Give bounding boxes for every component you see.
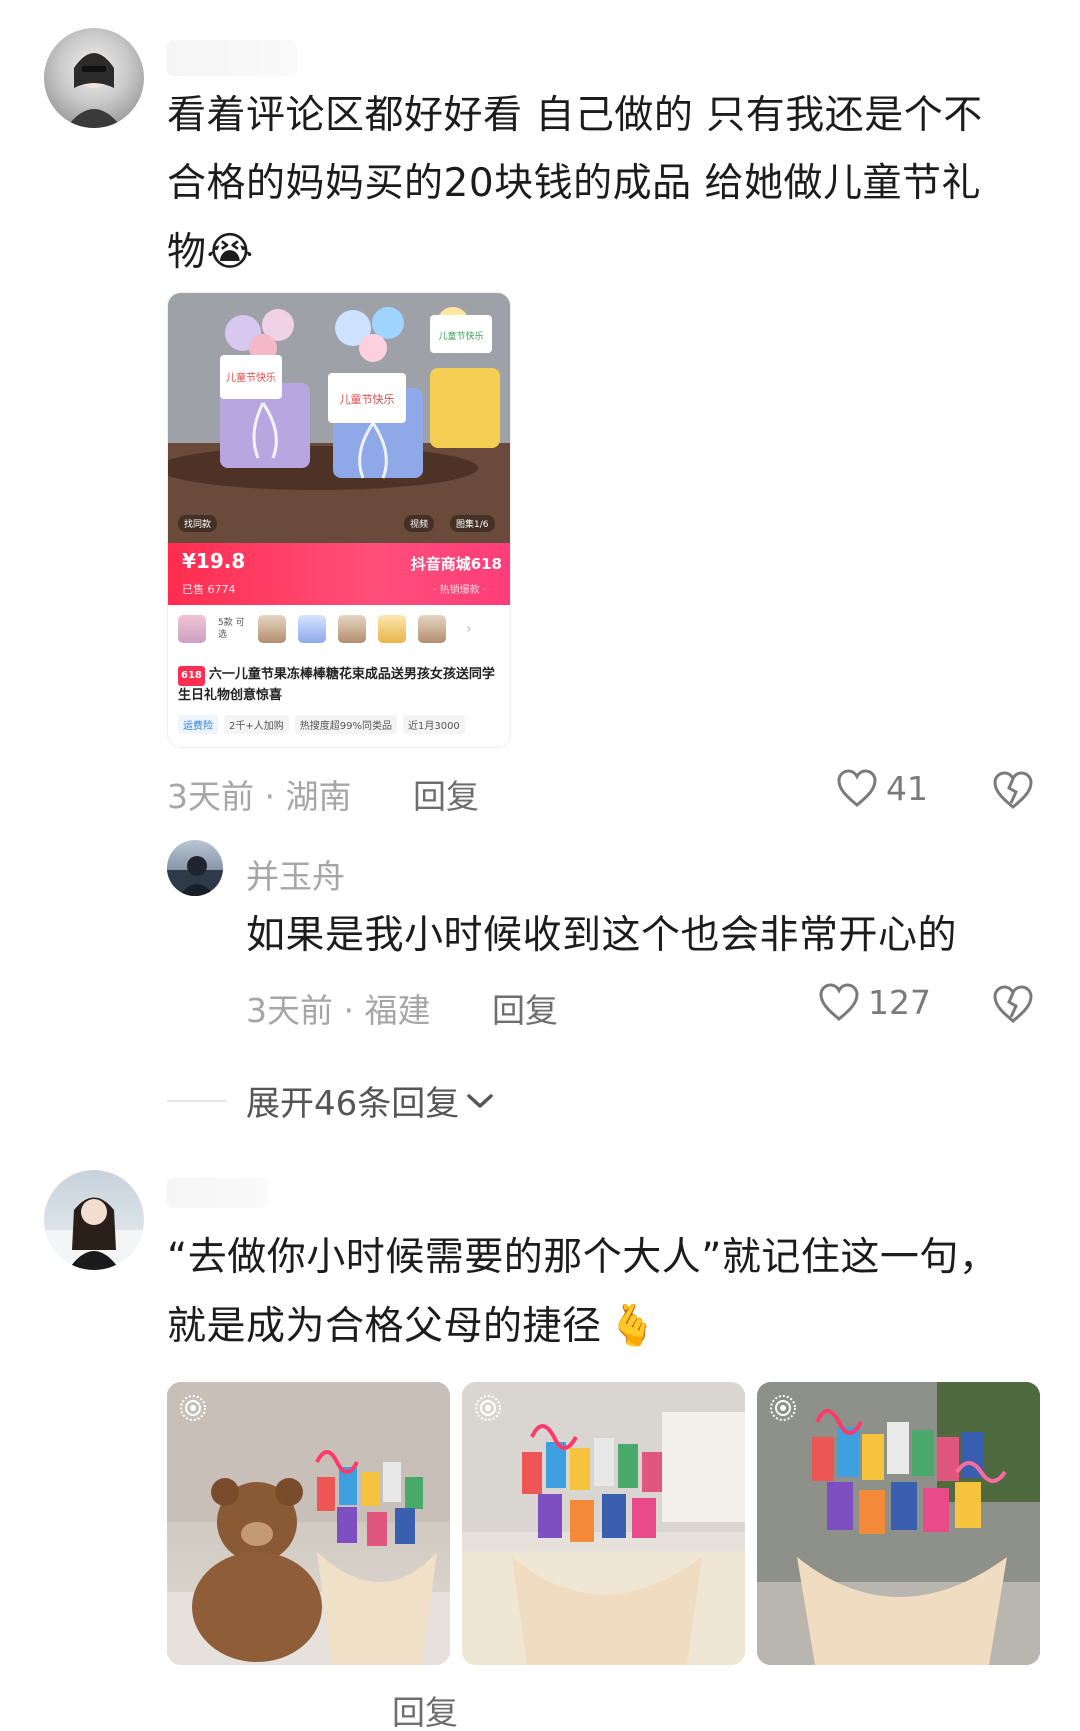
comment-time-location: 3天前 · 湖南 xyxy=(167,777,352,816)
teddy-bear-bouquet-image xyxy=(167,1382,450,1665)
live-photo-icon xyxy=(180,1395,206,1421)
comment-line: 合格的妈妈买的20块钱的成品 给她做儿童节礼 xyxy=(167,161,982,206)
comment-line: 看着评论区都好好看 自己做的 只有我还是个不 xyxy=(167,93,983,138)
chevron-right-icon[interactable]: › xyxy=(466,621,472,637)
product-photo: 儿童节快乐 儿童节快乐 儿童节快乐 找同款 视频 图集1/6 xyxy=(168,293,510,543)
avatar-portrait xyxy=(167,856,223,896)
product-tags: 运费险 2千+人加购 热搜度超99%同类品 近1月3000 xyxy=(178,715,471,734)
variant-thumb[interactable] xyxy=(418,615,446,643)
finger-heart-emoji: 🫰 xyxy=(607,1303,658,1349)
username-blurred[interactable] xyxy=(167,40,297,76)
price: ¥19.8 xyxy=(182,549,246,573)
avatar-portrait xyxy=(44,1197,144,1270)
product-tag: 运费险 xyxy=(178,715,218,734)
like-count: 41 xyxy=(886,768,928,808)
product-tag: 近1月3000 xyxy=(402,715,465,734)
comment-text: “去做你小时候需要的那个大人”就记住这一句， 就是成为合格父母的捷径 🫰 xyxy=(167,1224,1047,1361)
promo-badge: 618 xyxy=(178,666,205,686)
dislike-button[interactable] xyxy=(992,770,1034,814)
photo-sign-text: 儿童节快乐 xyxy=(438,330,483,342)
expand-replies-button[interactable]: 展开46条回复 xyxy=(246,1076,495,1125)
live-photo-icon xyxy=(475,1395,501,1421)
reply-button[interactable]: 回复 xyxy=(413,770,479,818)
snack-bouquet-image xyxy=(462,1382,745,1665)
reply-time-location: 3天前 · 福建 xyxy=(246,991,431,1030)
price-bar: ¥19.8 已售 6774 抖音商城618 · 热销爆款 · xyxy=(168,543,510,605)
sold-count: 已售 6774 xyxy=(182,583,236,596)
video-tag[interactable]: 视频 xyxy=(404,515,435,532)
photo-sign-text: 儿童节快乐 xyxy=(226,371,276,384)
broken-heart-icon xyxy=(993,771,1033,809)
comment-photo[interactable] xyxy=(167,1382,450,1665)
photo-sign-text: 儿童节快乐 xyxy=(340,392,395,406)
chevron-down-icon xyxy=(467,1093,494,1108)
live-photo-icon xyxy=(770,1395,796,1421)
heart-outline-icon xyxy=(819,983,859,1021)
avatar[interactable] xyxy=(167,840,223,896)
variant-selector[interactable]: 5款 可选 › xyxy=(178,615,472,643)
comment-line: 就是成为合格父母的捷径 🫰 xyxy=(167,1303,658,1349)
comment-line: 物😭 xyxy=(167,229,254,275)
reply-text: 如果是我小时候收到这个也会非常开心的 xyxy=(246,913,958,958)
heart-outline-icon xyxy=(837,769,877,807)
gallery-index[interactable]: 图集1/6 xyxy=(450,515,495,532)
outdoor-snack-bouquet-image xyxy=(757,1382,1040,1665)
avatar[interactable] xyxy=(44,1170,144,1270)
expand-replies-label: 展开46条回复 xyxy=(246,1084,460,1124)
find-same-tag[interactable]: 找同款 xyxy=(178,515,218,532)
comment-photo[interactable] xyxy=(462,1382,745,1665)
expand-divider xyxy=(167,1100,227,1102)
variant-thumb[interactable] xyxy=(178,615,206,643)
username-blurred[interactable] xyxy=(167,1178,267,1208)
product-tag: 2千+人加购 xyxy=(224,715,289,734)
avatar-portrait xyxy=(66,52,122,128)
reply-button[interactable]: 回复 xyxy=(392,1686,458,1731)
comment-line: “去做你小时候需要的那个大人”就记住这一句， xyxy=(167,1235,999,1280)
variant-thumb[interactable] xyxy=(378,615,406,643)
reply-button[interactable]: 回复 xyxy=(492,984,558,1032)
reply-username[interactable]: 并玉舟 xyxy=(246,850,345,898)
comment-photo[interactable] xyxy=(757,1382,1040,1665)
product-screenshot[interactable]: 儿童节快乐 儿童节快乐 儿童节快乐 找同款 视频 图集1/6 ¥19.8 已售 … xyxy=(167,292,511,748)
like-button[interactable]: 41 xyxy=(836,768,928,808)
dislike-button[interactable] xyxy=(992,984,1034,1028)
like-count: 127 xyxy=(868,982,931,1022)
variant-thumb[interactable] xyxy=(338,615,366,643)
comment-text: 看着评论区都好好看 自己做的 只有我还是个不 合格的妈妈买的20块钱的成品 给她… xyxy=(167,82,1047,287)
product-title[interactable]: 618 六一儿童节果冻棒棒糖花束成品送男孩女孩送同学生日礼物创意惊喜 xyxy=(178,665,504,706)
bouquet-illustration: 儿童节快乐 儿童节快乐 儿童节快乐 xyxy=(168,293,510,543)
product-tag: 热搜度超99%同类品 xyxy=(294,715,397,734)
variant-thumb[interactable] xyxy=(298,615,326,643)
hot-label: · 热销爆款 · xyxy=(433,585,486,596)
variant-count: 5款 可选 xyxy=(218,618,245,640)
variant-thumb[interactable] xyxy=(258,615,286,643)
avatar[interactable] xyxy=(44,28,144,128)
mall-badge: 抖音商城618 xyxy=(410,555,502,573)
crying-emoji: 😭 xyxy=(206,229,254,275)
broken-heart-icon xyxy=(993,985,1033,1023)
like-button[interactable]: 127 xyxy=(818,982,931,1022)
